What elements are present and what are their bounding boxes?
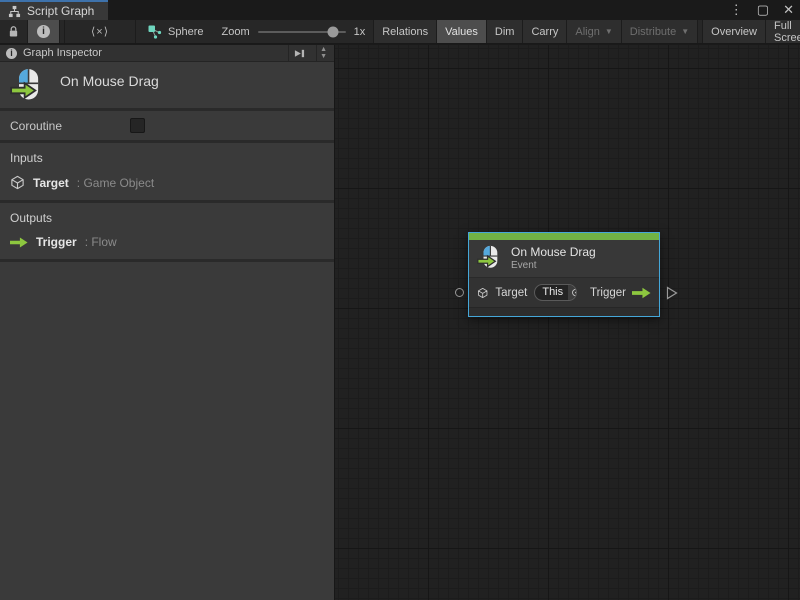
distribute-dropdown[interactable]: Distribute ▼: [621, 20, 697, 43]
inspector-empty-area: [0, 262, 334, 600]
input-name: Target: [33, 176, 69, 190]
lock-icon: [8, 25, 19, 38]
graph-toolbar: i ⟨×⟩ Sphere Zoom 1x Relations: [0, 20, 800, 44]
inputs-header: Inputs: [10, 151, 324, 165]
node-header[interactable]: On Mouse Drag Event: [469, 240, 659, 277]
dock-panel-button[interactable]: [288, 45, 310, 61]
inspector-toggle-button[interactable]: i: [28, 20, 60, 43]
coroutine-setting: Coroutine: [0, 111, 334, 143]
tab-label: Script Graph: [27, 4, 94, 18]
graph-inspector-header: i Graph Inspector ▲ ▼: [0, 45, 334, 62]
graph-context: Sphere: [136, 20, 213, 43]
game-object-icon: [10, 175, 25, 190]
zoom-value: 1x: [354, 26, 366, 38]
align-dropdown[interactable]: Align ▼: [566, 20, 620, 43]
event-summary: On Mouse Drag: [0, 62, 334, 111]
relations-button[interactable]: Relations: [373, 20, 436, 43]
menu-icon[interactable]: ⋮: [730, 0, 743, 20]
chevron-down-icon: ▼: [681, 27, 689, 36]
target-port-label: Target: [495, 287, 527, 299]
coroutine-label: Coroutine: [10, 119, 130, 133]
node-output-connection-point[interactable]: [666, 286, 678, 300]
output-type: : Flow: [85, 235, 117, 249]
output-name: Trigger: [36, 235, 77, 249]
window-controls: ⋮ ▢ ✕: [730, 0, 794, 20]
code-icon: ⟨×⟩: [91, 25, 109, 38]
hierarchy-graph-icon: [8, 5, 21, 18]
dock-right-icon: [293, 48, 306, 59]
main-area: i Graph Inspector ▲ ▼ On Mouse Drag: [0, 45, 800, 600]
chevron-down-icon: ▼: [605, 27, 613, 36]
script-machine-icon: [148, 25, 162, 39]
object-picker-icon[interactable]: ⊙: [568, 285, 577, 300]
maximize-icon[interactable]: ▢: [757, 0, 769, 20]
panel-title: Graph Inspector: [23, 47, 282, 59]
target-value[interactable]: This: [535, 285, 568, 300]
edit-source-button[interactable]: ⟨×⟩: [64, 20, 136, 43]
panel-stepper[interactable]: ▲ ▼: [316, 45, 330, 61]
dim-button[interactable]: Dim: [486, 20, 523, 43]
coroutine-checkbox[interactable]: [130, 118, 145, 133]
toolbar-right-group: Relations Values Dim Carry Align ▼ Distr…: [373, 20, 800, 43]
on-mouse-drag-icon: [10, 68, 46, 104]
on-mouse-drag-icon: [477, 245, 503, 271]
event-title: On Mouse Drag: [60, 73, 159, 89]
target-value-chip[interactable]: This ⊙: [534, 284, 577, 301]
graph-inspector-panel: i Graph Inspector ▲ ▼ On Mouse Drag: [0, 45, 335, 600]
graph-canvas[interactable]: On Mouse Drag Event Target This ⊙ Trigge…: [335, 45, 800, 600]
full-screen-button[interactable]: Full Screen: [765, 20, 800, 43]
input-type: : Game Object: [77, 176, 154, 190]
stepper-down-icon[interactable]: ▼: [320, 54, 327, 60]
flow-arrow-icon[interactable]: [632, 287, 651, 299]
info-icon: i: [37, 25, 50, 38]
toolbar-left-group: i ⟨×⟩: [0, 20, 136, 43]
output-row-trigger: Trigger : Flow: [10, 235, 324, 249]
on-mouse-drag-node[interactable]: On Mouse Drag Event Target This ⊙ Trigge…: [468, 232, 660, 317]
zoom-slider-handle[interactable]: [328, 26, 339, 37]
tab-strip: Script Graph ⋮ ▢ ✕: [0, 0, 800, 20]
node-title: On Mouse Drag: [511, 245, 596, 259]
zoom-control: Zoom 1x: [213, 20, 373, 43]
lock-button[interactable]: [0, 20, 28, 43]
node-subtitle: Event: [511, 260, 596, 271]
trigger-port-label: Trigger: [590, 287, 626, 299]
stepper-up-icon[interactable]: ▲: [320, 47, 327, 53]
overview-button[interactable]: Overview: [702, 20, 765, 43]
graph-object-label: Sphere: [168, 26, 203, 38]
input-row-target: Target : Game Object: [10, 175, 324, 190]
inputs-section: Inputs Target : Game Object: [0, 143, 334, 203]
event-color-bar: [469, 233, 659, 240]
close-icon[interactable]: ✕: [783, 0, 794, 20]
outputs-section: Outputs Trigger : Flow: [0, 203, 334, 262]
node-ports-row: Target This ⊙ Trigger: [469, 277, 659, 307]
tab-script-graph[interactable]: Script Graph: [0, 0, 108, 20]
node-input-connection-point[interactable]: [455, 288, 464, 297]
node-footer: [469, 307, 659, 316]
game-object-icon: [477, 286, 488, 300]
outputs-header: Outputs: [10, 211, 324, 225]
values-button[interactable]: Values: [436, 20, 486, 43]
info-icon: i: [6, 48, 17, 59]
carry-button[interactable]: Carry: [522, 20, 566, 43]
script-graph-window: Script Graph ⋮ ▢ ✕ i ⟨×⟩: [0, 0, 800, 600]
zoom-slider[interactable]: [258, 31, 346, 33]
zoom-label: Zoom: [221, 26, 249, 38]
flow-arrow-icon: [10, 237, 28, 248]
